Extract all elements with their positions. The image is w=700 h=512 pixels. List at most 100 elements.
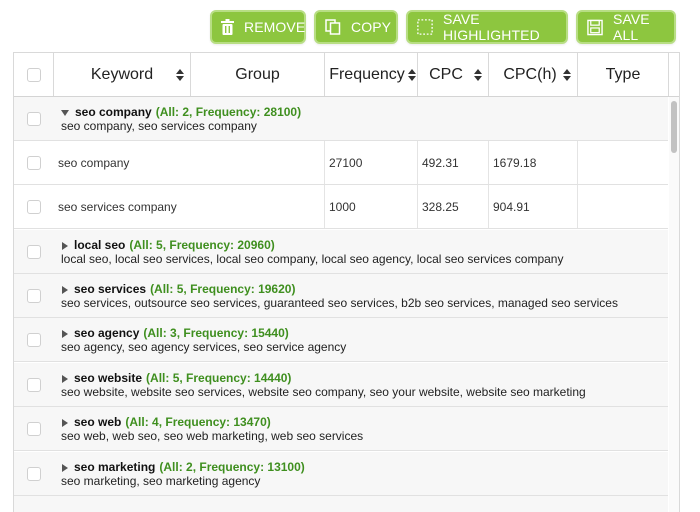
- column-type: Type: [578, 53, 669, 96]
- column-group: Group: [191, 53, 325, 96]
- group-row-seo-marketing[interactable]: seo marketing (All: 2, Frequency: 13100) …: [14, 452, 668, 496]
- group-stats: (All: 5, Frequency: 20960): [129, 238, 275, 252]
- frequency-cell: 27100: [325, 141, 418, 184]
- caret-right-icon[interactable]: [62, 329, 68, 338]
- select-all-cell: [14, 53, 54, 96]
- table-row[interactable]: seo services company 1000 328.25 904.91: [14, 185, 668, 229]
- row-checkbox-cell: [14, 363, 54, 406]
- save-icon: [587, 18, 603, 36]
- group-cell: [191, 141, 325, 184]
- row-checkbox-cell: [14, 230, 54, 273]
- cpch-cell: 1679.18: [489, 141, 578, 184]
- caret-down-icon[interactable]: [61, 109, 69, 116]
- cpc-cell: 328.25: [418, 185, 489, 228]
- trash-icon: [221, 18, 234, 36]
- frequency-cell: 1000: [325, 185, 418, 228]
- column-cpch[interactable]: CPC(h): [489, 53, 578, 96]
- copy-icon: [325, 18, 341, 36]
- group-row-local-seo[interactable]: local seo (All: 5, Frequency: 20960) loca…: [14, 230, 668, 274]
- keyword-cell: seo services company: [58, 199, 177, 214]
- group-keywords: seo marketing, seo marketing agency: [61, 474, 261, 488]
- group-name: seo website: [74, 371, 143, 385]
- copy-button[interactable]: COPY: [314, 10, 398, 44]
- save-highlighted-label: SAVE HIGHLIGHTED: [443, 11, 540, 43]
- group-row-seo-company[interactable]: seo company (All: 2, Frequency: 28100) se…: [14, 97, 668, 141]
- column-cpch-label: CPC(h): [503, 65, 557, 83]
- row-checkbox[interactable]: [27, 111, 41, 126]
- column-cpc[interactable]: CPC: [418, 53, 489, 96]
- caret-right-icon[interactable]: [62, 418, 68, 427]
- group-keywords: seo website, website seo services, websi…: [61, 385, 586, 399]
- group-keywords: local seo, local seo services, local seo…: [61, 252, 564, 266]
- row-checkbox-cell: [14, 141, 54, 184]
- type-cell: [578, 185, 668, 228]
- column-keyword[interactable]: Keyword: [54, 53, 191, 96]
- row-checkbox-cell: [14, 185, 54, 228]
- row-checkbox[interactable]: [27, 466, 41, 481]
- row-checkbox-cell: [14, 274, 54, 317]
- column-type-label: Type: [605, 65, 641, 83]
- select-all-checkbox[interactable]: [26, 67, 41, 82]
- caret-right-icon[interactable]: [62, 374, 68, 383]
- vertical-scrollbar[interactable]: [669, 97, 679, 512]
- selection-icon: [417, 18, 433, 36]
- caret-right-icon[interactable]: [62, 463, 68, 472]
- column-cpc-label: CPC: [429, 65, 463, 83]
- keywords-table: Keyword Group Frequency CPC CPC(h) Type …: [13, 52, 680, 512]
- toolbar: REMOVE COPY SAVE HIGHLIGHTED SAVE ALL: [0, 10, 700, 46]
- group-keywords: seo agency, seo agency services, seo ser…: [61, 340, 347, 354]
- row-checkbox-cell: [14, 452, 54, 495]
- row-checkbox[interactable]: [27, 288, 41, 303]
- table-row[interactable]: seo company 27100 492.31 1679.18: [14, 141, 668, 185]
- group-row-partial: [14, 496, 668, 512]
- caret-right-icon[interactable]: [62, 285, 68, 294]
- group-keywords: seo services, outsource seo services, gu…: [61, 296, 618, 310]
- column-frequency-label: Frequency: [329, 65, 405, 83]
- save-highlighted-button[interactable]: SAVE HIGHLIGHTED: [406, 10, 568, 44]
- save-all-button[interactable]: SAVE ALL: [576, 10, 676, 44]
- keyword-cell: seo company: [58, 155, 130, 170]
- group-row-seo-agency[interactable]: seo agency (All: 3, Frequency: 15440) seo…: [14, 318, 668, 362]
- row-checkbox[interactable]: [27, 155, 41, 170]
- table-header: Keyword Group Frequency CPC CPC(h) Type: [14, 53, 679, 97]
- save-all-label: SAVE ALL: [613, 11, 650, 43]
- group-row-seo-website[interactable]: seo website (All: 5, Frequency: 14440) se…: [14, 363, 668, 407]
- group-name: seo agency: [74, 326, 140, 340]
- scrollbar-thumb[interactable]: [671, 101, 677, 153]
- group-stats: (All: 5, Frequency: 14440): [146, 371, 292, 385]
- column-keyword-label: Keyword: [90, 65, 154, 83]
- group-stats: (All: 5, Frequency: 19620): [150, 282, 296, 296]
- row-checkbox[interactable]: [27, 377, 41, 392]
- sort-icon[interactable]: [474, 68, 482, 81]
- group-stats: (All: 2, Frequency: 28100): [155, 105, 302, 119]
- group-name: seo services: [74, 282, 147, 296]
- row-checkbox[interactable]: [27, 199, 41, 214]
- group-stats: (All: 4, Frequency: 13470): [125, 415, 271, 429]
- group-name: seo marketing: [74, 460, 156, 474]
- group-keywords: seo web, web seo, seo web marketing, web…: [61, 429, 364, 443]
- column-group-label: Group: [235, 65, 280, 83]
- row-checkbox[interactable]: [27, 244, 41, 259]
- row-checkbox-cell: [14, 97, 54, 140]
- caret-right-icon[interactable]: [62, 241, 68, 250]
- cpc-cell: 492.31: [418, 141, 489, 184]
- group-name: seo company: [75, 105, 152, 119]
- sort-icon[interactable]: [563, 68, 571, 81]
- group-cell: [191, 185, 325, 228]
- row-checkbox[interactable]: [27, 421, 41, 436]
- group-row-seo-web[interactable]: seo web (All: 4, Frequency: 13470) seo we…: [14, 407, 668, 451]
- remove-button[interactable]: REMOVE: [210, 10, 306, 44]
- sort-icon[interactable]: [408, 68, 416, 81]
- sort-icon[interactable]: [176, 68, 184, 81]
- cpch-cell: 904.91: [489, 185, 578, 228]
- group-row-seo-services[interactable]: seo services (All: 5, Frequency: 19620) s…: [14, 274, 668, 318]
- copy-label: COPY: [351, 19, 392, 35]
- group-keywords: seo company, seo services company: [61, 119, 257, 133]
- row-checkbox[interactable]: [27, 332, 41, 347]
- column-frequency[interactable]: Frequency: [325, 53, 418, 96]
- group-name: local seo: [74, 238, 126, 252]
- remove-label: REMOVE: [244, 19, 306, 35]
- type-cell: [578, 141, 668, 184]
- group-name: seo web: [74, 415, 122, 429]
- row-checkbox-cell: [14, 318, 54, 361]
